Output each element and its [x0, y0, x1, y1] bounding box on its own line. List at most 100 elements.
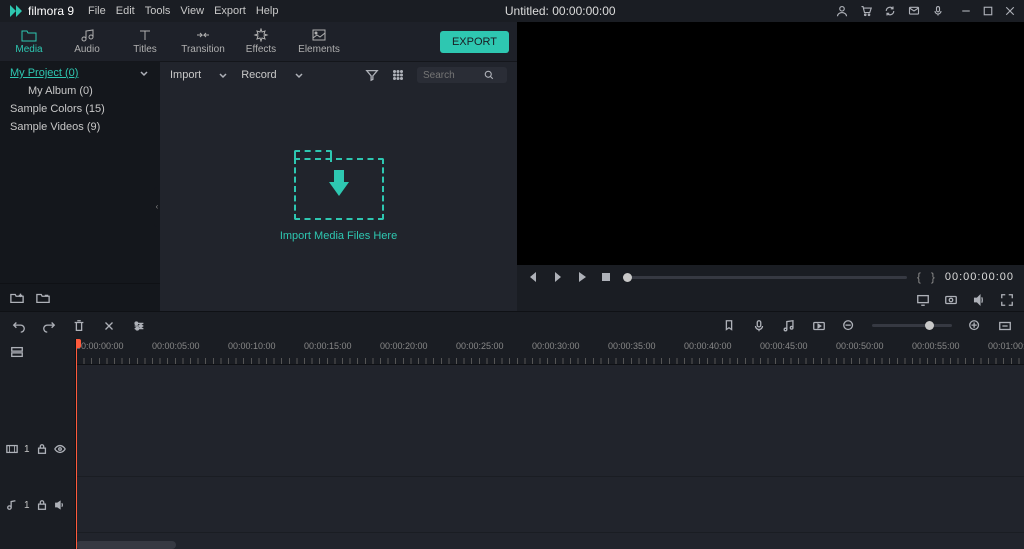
search-box[interactable] [417, 67, 507, 83]
record-dropdown[interactable]: Record [241, 69, 304, 81]
lock-icon[interactable] [36, 499, 48, 511]
step-back-icon[interactable] [551, 270, 565, 284]
collapse-handle[interactable]: ‹ [154, 187, 160, 227]
chevron-down-icon [217, 69, 229, 81]
layers-icon [10, 345, 24, 359]
audio-mixer-icon[interactable] [782, 319, 796, 333]
ruler-tick: 00:00:50:00 [836, 339, 912, 364]
snapshot-icon[interactable] [944, 293, 958, 307]
tab-titles[interactable]: Titles [116, 22, 174, 61]
refresh-icon[interactable] [884, 5, 896, 17]
minimize-icon[interactable] [960, 5, 972, 17]
playback-slider[interactable] [623, 276, 907, 279]
tab-elements[interactable]: Elements [290, 22, 348, 61]
audio-track[interactable] [76, 477, 1024, 533]
zoom-slider[interactable] [872, 324, 952, 327]
fullscreen-icon[interactable] [1000, 293, 1014, 307]
chevron-down-icon [138, 67, 150, 79]
timeline-ruler[interactable]: 00:00:00:00 00:00:05:00 00:00:10:00 00:0… [76, 339, 1024, 365]
zoom-fit-icon[interactable] [998, 319, 1012, 333]
volume-icon[interactable] [972, 293, 986, 307]
mark-in-icon[interactable]: { [917, 270, 921, 284]
video-track[interactable] [76, 421, 1024, 477]
message-icon[interactable] [908, 5, 920, 17]
drop-label: Import Media Files Here [280, 230, 397, 242]
quality-icon[interactable] [916, 293, 930, 307]
export-button[interactable]: EXPORT [440, 31, 509, 53]
new-folder-icon[interactable] [10, 291, 24, 305]
mark-out-icon[interactable]: } [931, 270, 935, 284]
tab-media[interactable]: Media [0, 22, 58, 61]
record-label: Record [241, 69, 276, 81]
voiceover-icon[interactable] [752, 319, 766, 333]
marker-icon[interactable] [722, 319, 736, 333]
audio-track-header[interactable]: 1 [0, 477, 75, 533]
timeline-tracks[interactable]: 00:00:00:00 00:00:05:00 00:00:10:00 00:0… [76, 339, 1024, 549]
preview-panel: { } 00:00:00:00 [517, 22, 1024, 311]
horizontal-scrollbar[interactable] [76, 541, 176, 549]
render-icon[interactable] [812, 319, 826, 333]
track-manager-button[interactable] [0, 339, 75, 365]
tab-effects[interactable]: Effects [232, 22, 290, 61]
playhead[interactable] [76, 339, 77, 549]
window-controls [952, 5, 1024, 17]
menu-help[interactable]: Help [256, 5, 279, 17]
panel-tabs: Media Audio Titles Transition Effects El… [0, 22, 517, 62]
menu-edit[interactable]: Edit [116, 5, 135, 17]
tree-actions [0, 283, 160, 311]
tab-audio[interactable]: Audio [58, 22, 116, 61]
zoom-in-icon[interactable] [968, 319, 982, 333]
delete-icon[interactable] [72, 319, 86, 333]
account-icon[interactable] [836, 5, 848, 17]
ruler-tick: 00:00:00:00 [76, 339, 152, 364]
tree-sample-videos[interactable]: Sample Videos (9) [0, 118, 160, 136]
mic-icon[interactable] [932, 5, 944, 17]
cart-icon[interactable] [860, 5, 872, 17]
download-arrow-icon [329, 182, 349, 196]
video-track-header[interactable]: 1 [0, 421, 75, 477]
grid-view-icon[interactable] [391, 68, 405, 82]
lock-icon[interactable] [36, 443, 48, 455]
audio-track-number: 1 [24, 500, 30, 511]
audio-icon [79, 28, 95, 42]
preview-viewport[interactable] [517, 22, 1024, 265]
ruler-tick: 00:00:10:00 [228, 339, 304, 364]
visibility-icon[interactable] [54, 443, 66, 455]
search-input[interactable] [423, 70, 483, 81]
title-icons [836, 5, 952, 17]
prev-frame-icon[interactable] [527, 270, 541, 284]
tree-my-project[interactable]: My Project (0) [0, 64, 160, 82]
split-icon[interactable] [102, 319, 116, 333]
titles-icon [137, 28, 153, 42]
import-dropdown[interactable]: Import [170, 69, 229, 81]
tab-audio-label: Audio [74, 44, 100, 55]
menu-tools[interactable]: Tools [145, 5, 171, 17]
ruler-tick: 00:00:35:00 [608, 339, 684, 364]
play-icon[interactable] [575, 270, 589, 284]
track-area[interactable] [76, 365, 1024, 421]
undo-icon[interactable] [12, 319, 26, 333]
menu-view[interactable]: View [180, 5, 204, 17]
tab-transition[interactable]: Transition [174, 22, 232, 61]
delete-folder-icon[interactable] [36, 291, 50, 305]
zoom-out-icon[interactable] [842, 319, 856, 333]
mute-icon[interactable] [54, 499, 66, 511]
video-track-number: 1 [24, 444, 30, 455]
timeline: 1 1 00:00:00:00 00:00:05:00 00:00:10:00 … [0, 339, 1024, 549]
ruler-tick: 00:00:30:00 [532, 339, 608, 364]
main-menu: File Edit Tools View Export Help [82, 5, 284, 17]
close-icon[interactable] [1004, 5, 1016, 17]
stop-icon[interactable] [599, 270, 613, 284]
redo-icon[interactable] [42, 319, 56, 333]
tree-sample-colors[interactable]: Sample Colors (15) [0, 100, 160, 118]
edit-settings-icon[interactable] [132, 319, 146, 333]
menu-file[interactable]: File [88, 5, 106, 17]
menu-export[interactable]: Export [214, 5, 246, 17]
tree-my-album[interactable]: My Album (0) [0, 82, 160, 100]
media-icon [21, 28, 37, 42]
tab-elements-label: Elements [298, 44, 340, 55]
filter-icon[interactable] [365, 68, 379, 82]
ruler-tick: 00:00:20:00 [380, 339, 456, 364]
maximize-icon[interactable] [982, 5, 994, 17]
import-drop-zone[interactable]: Import Media Files Here [160, 88, 517, 311]
